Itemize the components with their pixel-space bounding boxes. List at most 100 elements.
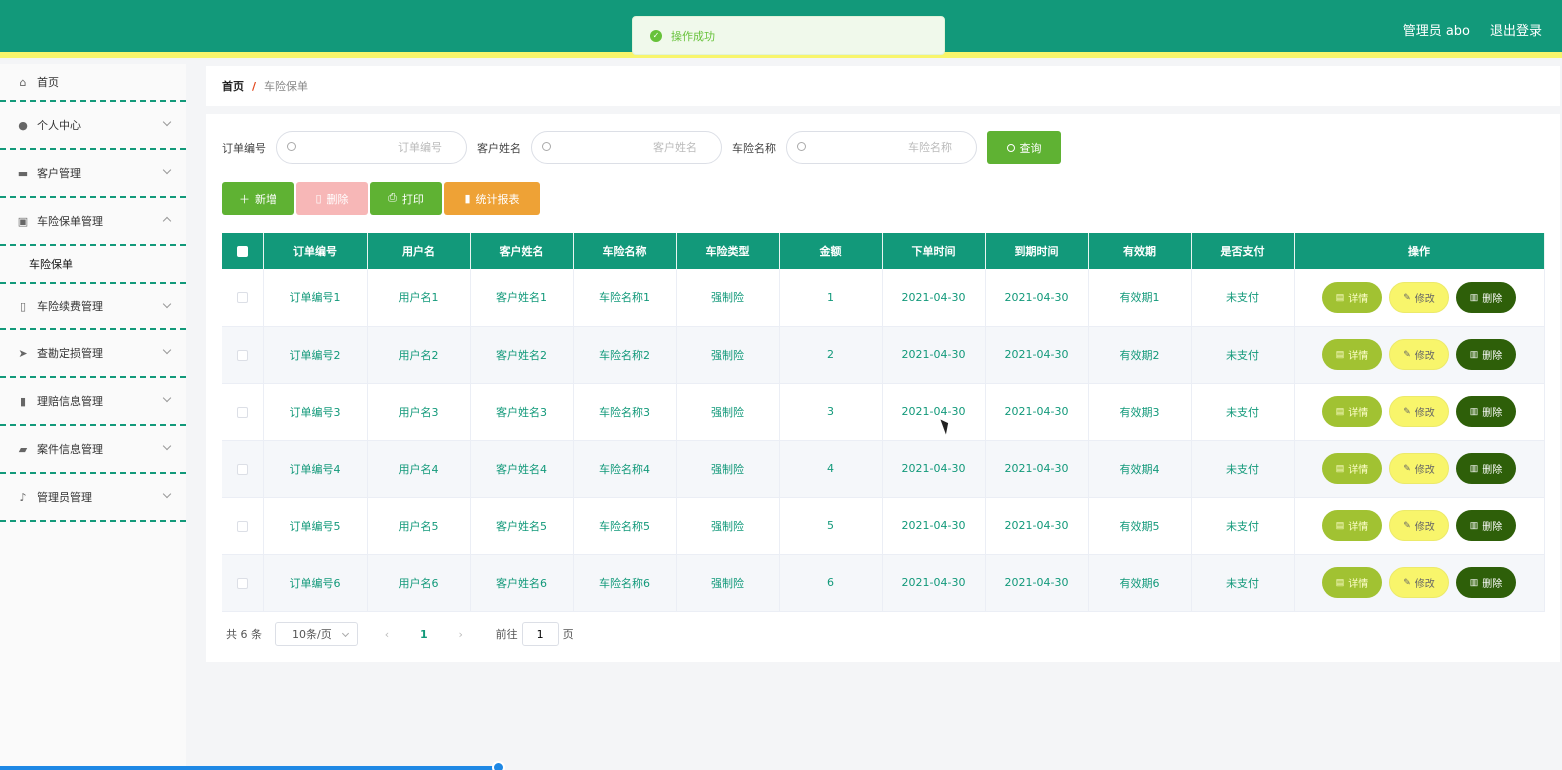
insurance-name-input-wrap[interactable] [786,131,977,164]
sidebar-item-5[interactable]: ➤ 查勘定损管理 [0,330,186,378]
printer-icon: ⎙ [388,192,397,204]
column-header: 有效期 [1088,233,1192,269]
add-button[interactable]: ＋ 新增 [222,182,294,215]
bar-chart-icon: ▮ [464,193,471,205]
chevron-up-icon [162,216,172,226]
edit-button[interactable]: ✎ 修改 [1389,339,1449,370]
delete-button[interactable]: ▥ 删除 [1456,339,1516,370]
sidebar-item-2[interactable]: ▬ 客户管理 [0,150,186,198]
order-no-input[interactable] [301,132,466,163]
delete-button[interactable]: ▥ 删除 [1456,510,1516,541]
logout-link[interactable]: 退出登录 [1490,20,1542,39]
table-cell: 强制险 [676,383,780,441]
pencil-icon: ✎ [1403,463,1411,473]
edit-label: 修改 [1414,579,1435,590]
edit-button[interactable]: ✎ 修改 [1389,510,1449,541]
next-page-button[interactable]: › [456,628,466,641]
pencil-icon: ✎ [1403,406,1411,416]
edit-button[interactable]: ✎ 修改 [1389,396,1449,427]
table-cell: 2 [779,326,883,384]
chevron-down-icon [162,441,172,451]
select-all-checkbox[interactable] [236,246,248,257]
order-no-input-wrap[interactable] [276,131,467,164]
report-button[interactable]: ▮ 统计报表 [444,182,540,215]
table-cell: 车险名称3 [573,383,677,441]
policy-table: 订单编号 用户名 客户姓名 车险名称 车险类型 金额 下单时间 到期时间 有效期 是否支付 操作 订… [222,233,1545,612]
sidebar-subitem-0[interactable]: 车险保单 [0,246,186,284]
search-icon [287,142,296,151]
delete-label: 删除 [1482,465,1503,476]
insurance-name-input[interactable] [811,132,976,163]
sidebar-item-0[interactable]: ⌂ 首页 [0,64,186,102]
horizontal-scrollbar[interactable] [0,766,500,770]
table-cell: 4 [779,440,883,498]
search-label-order-no: 订单编号 [222,141,266,155]
column-header: 客户姓名 [470,233,574,269]
row-checkbox[interactable] [236,463,248,475]
delete-button[interactable]: ▥ 删除 [1456,567,1516,598]
row-actions: ▤ 详情 ✎ 修改 ▥ 删除 [1295,396,1544,427]
sidebar-item-4[interactable]: ▯ 车险续费管理 [0,284,186,330]
sidebar-item-1[interactable]: ● 个人中心 [0,102,186,150]
row-checkbox[interactable] [236,520,248,532]
sidebar-item-8[interactable]: ♪ 管理员管理 [0,474,186,522]
detail-button[interactable]: ▤ 详情 [1322,396,1382,427]
detail-button[interactable]: ▤ 详情 [1322,453,1382,484]
table-cell: 客户姓名6 [470,554,574,612]
edit-label: 修改 [1414,351,1435,362]
pagination-total: 共 6 条 [226,628,262,641]
table-row: 订单编号2 用户名2 客户姓名2 车险名称2 强制险 2 2021-04-30 2021-04… [222,326,1545,384]
row-select-cell [222,497,264,555]
detail-button[interactable]: ▤ 详情 [1322,281,1382,313]
print-button-label: 打印 [401,193,424,206]
trash-icon: ▥ [1469,577,1479,587]
detail-button[interactable]: ▤ 详情 [1322,510,1382,541]
prev-page-button[interactable]: ‹ [382,628,392,641]
edit-button[interactable]: ✎ 修改 [1389,281,1449,313]
page-number[interactable]: 1 [420,628,428,641]
scrollbar-thumb[interactable] [492,761,505,770]
row-checkbox[interactable] [236,406,248,418]
goto-page-input[interactable] [521,622,559,646]
detail-button[interactable]: ▤ 详情 [1322,339,1382,370]
sidebar: ⌂ 首页 ● 个人中心 ▬ 客户管理 ▣ 车险保单管理 车险保单 ▯ 车险续费管理 ➤ 查勘定损管理 ▮ 理… [0,64,186,770]
customer-name-input[interactable] [556,132,721,163]
table-cell: 客户姓名3 [470,383,574,441]
send-icon: ➤ [18,346,28,360]
table-row: 订单编号4 用户名4 客户姓名4 车险名称4 强制险 4 2021-04-30 2021-04… [222,440,1545,498]
detail-button[interactable]: ▤ 详情 [1322,567,1382,598]
edit-button[interactable]: ✎ 修改 [1389,567,1449,598]
sidebar-item-7[interactable]: ▰ 案件信息管理 [0,426,186,474]
sidebar-item-label: 查勘定损管理 [37,347,103,360]
breadcrumb-home[interactable]: 首页 [222,78,244,94]
delete-button[interactable]: ▥ 删除 [1456,453,1516,484]
customer-name-input-wrap[interactable] [531,131,722,164]
delete-button[interactable]: ▥ 删除 [1456,396,1516,427]
table-cell: 客户姓名5 [470,497,574,555]
table-cell: 有效期6 [1088,554,1192,612]
sidebar-item-6[interactable]: ▮ 理赔信息管理 [0,378,186,426]
success-toast: ✓ 操作成功 [632,16,945,55]
row-actions: ▤ 详情 ✎ 修改 ▥ 删除 [1295,339,1544,370]
sidebar-item-3[interactable]: ▣ 车险保单管理 [0,198,186,246]
row-checkbox[interactable] [236,292,248,304]
search-icon [1006,143,1015,152]
pencil-icon: ✎ [1403,291,1411,302]
query-button[interactable]: 查询 [987,131,1061,164]
search-icon [797,142,806,151]
chevron-down-icon [162,345,172,355]
column-header: 用户名 [367,233,471,269]
delete-button[interactable]: ▥ 删除 [1456,281,1516,313]
table-cell: 未支付 [1191,554,1295,612]
edit-button[interactable]: ✎ 修改 [1389,453,1449,484]
plus-icon: ＋ [239,193,250,206]
print-button[interactable]: ⎙ 打印 [370,182,442,215]
table-cell: 车险名称4 [573,440,677,498]
batch-delete-button[interactable]: ▯ 删除 [296,182,368,215]
page-size-select[interactable]: 10条/页 [275,622,358,646]
document-icon: ▤ [1335,463,1345,473]
row-checkbox[interactable] [236,577,248,589]
column-header: 到期时间 [985,233,1089,269]
action-toolbar: ＋ 新增 ▯ 删除 ⎙ 打印 ▮ 统计报表 [222,182,542,215]
row-checkbox[interactable] [236,349,248,361]
